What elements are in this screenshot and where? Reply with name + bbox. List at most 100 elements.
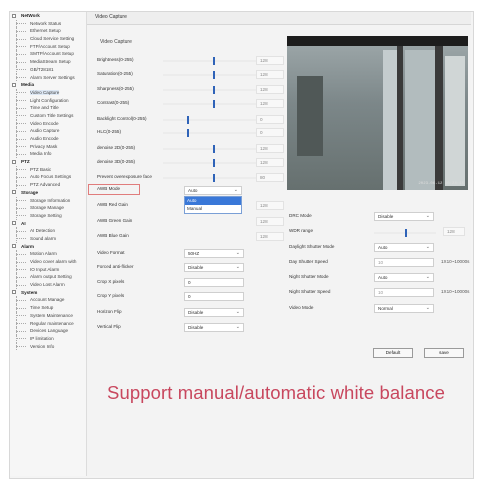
collapse-icon[interactable] <box>12 159 16 164</box>
day-shutter-speed-input[interactable]: 10 <box>374 258 434 267</box>
night-shutter-mode-select[interactable]: Auto ⌄ <box>374 273 434 282</box>
crop-x-input[interactable]: 0 <box>184 278 244 287</box>
awb-mode-select[interactable]: Auto ⌄ <box>184 186 242 195</box>
slider-track[interactable] <box>163 159 268 167</box>
slider-track[interactable] <box>163 57 268 65</box>
sidebar-item[interactable]: Privacy Mask <box>10 142 86 151</box>
day-shutter-mode-select[interactable]: Auto ⌄ <box>374 243 434 252</box>
collapse-icon[interactable] <box>12 244 16 249</box>
slider-value[interactable]: 128 <box>256 85 284 94</box>
sidebar-item[interactable]: Network Status <box>10 19 86 28</box>
tree-group-title[interactable]: PTZ <box>10 158 86 166</box>
sidebar-item[interactable]: IP limitation <box>10 334 86 343</box>
sidebar-item[interactable]: Media Info <box>10 150 86 158</box>
sidebar-item[interactable]: Video Lost Alarm <box>10 281 86 289</box>
sidebar-item[interactable]: SMTP/Account Setup <box>10 50 86 58</box>
sidebar-item[interactable]: Time and Title <box>10 104 86 112</box>
sidebar-item[interactable]: Video Capture <box>10 88 86 97</box>
tree-group-title[interactable]: System <box>10 289 86 297</box>
sidebar-item[interactable]: FTP/Account Setup <box>10 42 86 51</box>
slider-value[interactable]: 0 <box>256 115 284 124</box>
sidebar-item[interactable]: Cloud Service Setting <box>10 35 86 43</box>
sidebar-item[interactable]: Version Info <box>10 342 86 351</box>
awb-mode-dropdown[interactable]: Auto Manual <box>184 196 242 214</box>
tree-group-title[interactable]: Media <box>10 81 86 89</box>
awb-red-gain-value[interactable]: 128 <box>256 201 284 210</box>
awb-option-auto[interactable]: Auto <box>185 197 241 205</box>
slider-track[interactable] <box>163 100 268 108</box>
video-preview[interactable]: 2023-06-12 10:24:15 <box>287 36 468 190</box>
vertical-flip-select[interactable]: Disable ⌄ <box>184 323 244 332</box>
sidebar-item[interactable]: Motion Alarm <box>10 250 86 258</box>
sidebar-item[interactable]: Custom Title Settings <box>10 111 86 120</box>
tree-group-title[interactable]: Storage <box>10 189 86 197</box>
awb-green-gain-value[interactable]: 128 <box>256 217 284 226</box>
tree-group-title[interactable]: AI <box>10 220 86 228</box>
sidebar-item[interactable]: Video cover alarm with <box>10 258 86 266</box>
slider-thumb[interactable] <box>213 71 215 79</box>
slider-value[interactable]: 128 <box>256 56 284 65</box>
slider-value[interactable]: 0 <box>256 128 284 137</box>
sidebar-item[interactable]: Storage Information <box>10 196 86 205</box>
tree-group-title[interactable]: Alarm <box>10 243 86 251</box>
sidebar-item[interactable]: Audio Capture <box>10 127 86 135</box>
sidebar-item[interactable]: Storage Manage <box>10 204 86 212</box>
drc-mode-select[interactable]: Disable ⌄ <box>374 212 434 221</box>
video-mode-select[interactable]: Normal ⌄ <box>374 304 434 313</box>
sidebar-item[interactable]: Sound alarm <box>10 234 86 243</box>
sidebar-item[interactable]: Storage Setting <box>10 211 86 220</box>
slider-value[interactable]: 128 <box>256 158 284 167</box>
sidebar-item[interactable]: Account Manage <box>10 296 86 304</box>
sidebar-item[interactable]: Devices Language <box>10 327 86 335</box>
slider-thumb[interactable] <box>213 86 215 94</box>
sidebar-item[interactable]: Video Encode <box>10 119 86 128</box>
slider-track[interactable] <box>163 129 268 137</box>
slider-thumb[interactable] <box>187 129 189 137</box>
slider-thumb[interactable] <box>213 174 215 182</box>
default-button[interactable]: Default <box>373 348 413 358</box>
slider-track[interactable] <box>163 174 268 182</box>
anti-flicker-select[interactable]: Disable ⌄ <box>184 263 244 272</box>
tree-group-title[interactable]: NetWork <box>10 12 86 20</box>
slider-thumb[interactable] <box>213 100 215 108</box>
sidebar-item[interactable]: MediaStream Setup <box>10 58 86 66</box>
wdr-range-value[interactable]: 128 <box>443 227 465 236</box>
awb-option-manual[interactable]: Manual <box>185 205 241 213</box>
awb-blue-gain-value[interactable]: 128 <box>256 232 284 241</box>
collapse-icon[interactable] <box>12 13 16 18</box>
slider-thumb[interactable] <box>213 145 215 153</box>
crop-y-input[interactable]: 0 <box>184 292 244 301</box>
sidebar-item[interactable]: PTZ Advanced <box>10 181 86 189</box>
slider-thumb[interactable] <box>213 57 215 65</box>
sidebar-item[interactable]: IO Input Alarm <box>10 265 86 274</box>
slider-value[interactable]: 128 <box>256 99 284 108</box>
video-format-select[interactable]: 50HZ ⌄ <box>184 249 244 258</box>
sidebar-item[interactable]: Alarm Server Settings <box>10 73 86 82</box>
sidebar-item[interactable]: Regular maintenance <box>10 319 86 328</box>
slider-track[interactable] <box>163 145 268 153</box>
collapse-icon[interactable] <box>12 82 16 87</box>
slider-track[interactable] <box>163 71 268 79</box>
sidebar-item[interactable]: Audio Encode <box>10 135 86 143</box>
collapse-icon[interactable] <box>12 290 16 295</box>
tab-video-capture[interactable]: Video Capture <box>95 14 127 20</box>
collapse-icon[interactable] <box>12 190 16 195</box>
slider-value[interactable]: 128 <box>256 70 284 79</box>
collapse-icon[interactable] <box>12 221 16 226</box>
save-button[interactable]: save <box>424 348 464 358</box>
slider-thumb[interactable] <box>187 116 189 124</box>
sidebar-item[interactable]: System Maintenance <box>10 311 86 320</box>
slider-thumb[interactable] <box>213 159 215 167</box>
horizon-flip-select[interactable]: Disable ⌄ <box>184 308 244 317</box>
sidebar-item[interactable]: AI Detection <box>10 227 86 235</box>
slider-value[interactable]: 80 <box>256 173 284 182</box>
sidebar-item[interactable]: PTZ Basic <box>10 165 86 174</box>
wdr-range-thumb[interactable] <box>405 229 407 237</box>
slider-track[interactable] <box>163 116 268 124</box>
wdr-range-slider[interactable] <box>374 229 436 237</box>
sidebar-item[interactable]: Light Configuration <box>10 96 86 105</box>
sidebar-item[interactable]: Alarm output Setting <box>10 273 86 281</box>
night-shutter-speed-input[interactable]: 10 <box>374 288 434 297</box>
sidebar-item[interactable]: GB/T28181 <box>10 65 86 74</box>
slider-value[interactable]: 128 <box>256 144 284 153</box>
